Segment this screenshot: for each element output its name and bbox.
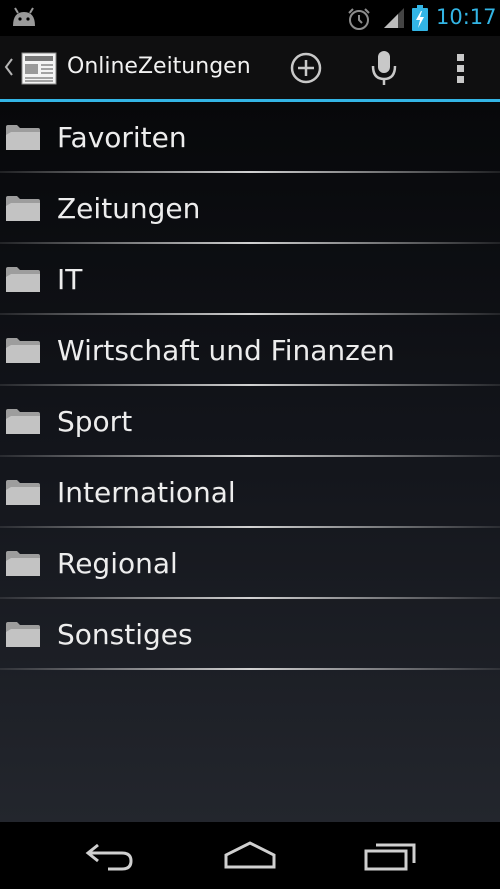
status-bar: 10:17 — [0, 0, 500, 36]
category-list: Favoriten Zeitungen IT Wirtschaft und Fi… — [0, 102, 500, 822]
recent-apps-button[interactable] — [362, 837, 418, 878]
status-clock: 10:17 — [436, 5, 497, 29]
back-icon — [85, 843, 133, 871]
folder-icon — [6, 480, 40, 505]
home-button[interactable] — [222, 837, 278, 878]
list-item[interactable]: Wirtschaft und Finanzen — [0, 315, 500, 386]
back-button[interactable] — [84, 837, 136, 878]
list-item-label: International — [57, 476, 236, 509]
android-icon — [13, 7, 35, 26]
overflow-menu-button[interactable] — [441, 48, 481, 88]
add-icon — [290, 52, 322, 84]
divider — [0, 668, 500, 670]
list-item[interactable]: Sport — [0, 386, 500, 457]
folder-icon — [6, 267, 40, 292]
folder-icon — [6, 551, 40, 576]
folder-icon — [6, 125, 40, 150]
alarm-icon — [348, 8, 370, 30]
list-item[interactable]: Sonstiges — [0, 599, 500, 670]
list-item-label: Favoriten — [57, 121, 187, 154]
folder-icon — [6, 622, 40, 647]
up-caret-icon[interactable] — [4, 58, 14, 76]
folder-icon — [6, 338, 40, 363]
battery-charging-icon — [412, 5, 428, 31]
list-item[interactable]: International — [0, 457, 500, 528]
list-item[interactable]: Regional — [0, 528, 500, 599]
list-item-label: Sonstiges — [57, 618, 193, 651]
folder-icon — [6, 409, 40, 434]
microphone-icon — [371, 51, 397, 85]
voice-search-button[interactable] — [364, 48, 404, 88]
list-item[interactable]: Zeitungen — [0, 173, 500, 244]
list-item[interactable]: IT — [0, 244, 500, 315]
list-item-label: Sport — [57, 405, 133, 438]
signal-icon — [384, 8, 404, 28]
screen: 10:17 OnlineZeitungen Favoriten Zeitunge… — [0, 0, 500, 889]
add-button[interactable] — [286, 48, 326, 88]
list-item-label: Zeitungen — [57, 192, 201, 225]
action-bar: OnlineZeitungen — [0, 36, 500, 102]
newspaper-app-icon[interactable] — [20, 50, 60, 86]
app-title: OnlineZeitungen — [67, 54, 251, 79]
list-item-label: Wirtschaft und Finanzen — [57, 334, 395, 367]
overflow-menu-icon — [457, 54, 464, 83]
list-item[interactable]: Favoriten — [0, 102, 500, 173]
home-icon — [224, 841, 276, 869]
recent-apps-icon — [364, 843, 416, 871]
navigation-bar — [0, 822, 500, 889]
folder-icon — [6, 196, 40, 221]
list-item-label: Regional — [57, 547, 178, 580]
list-item-label: IT — [57, 263, 83, 296]
